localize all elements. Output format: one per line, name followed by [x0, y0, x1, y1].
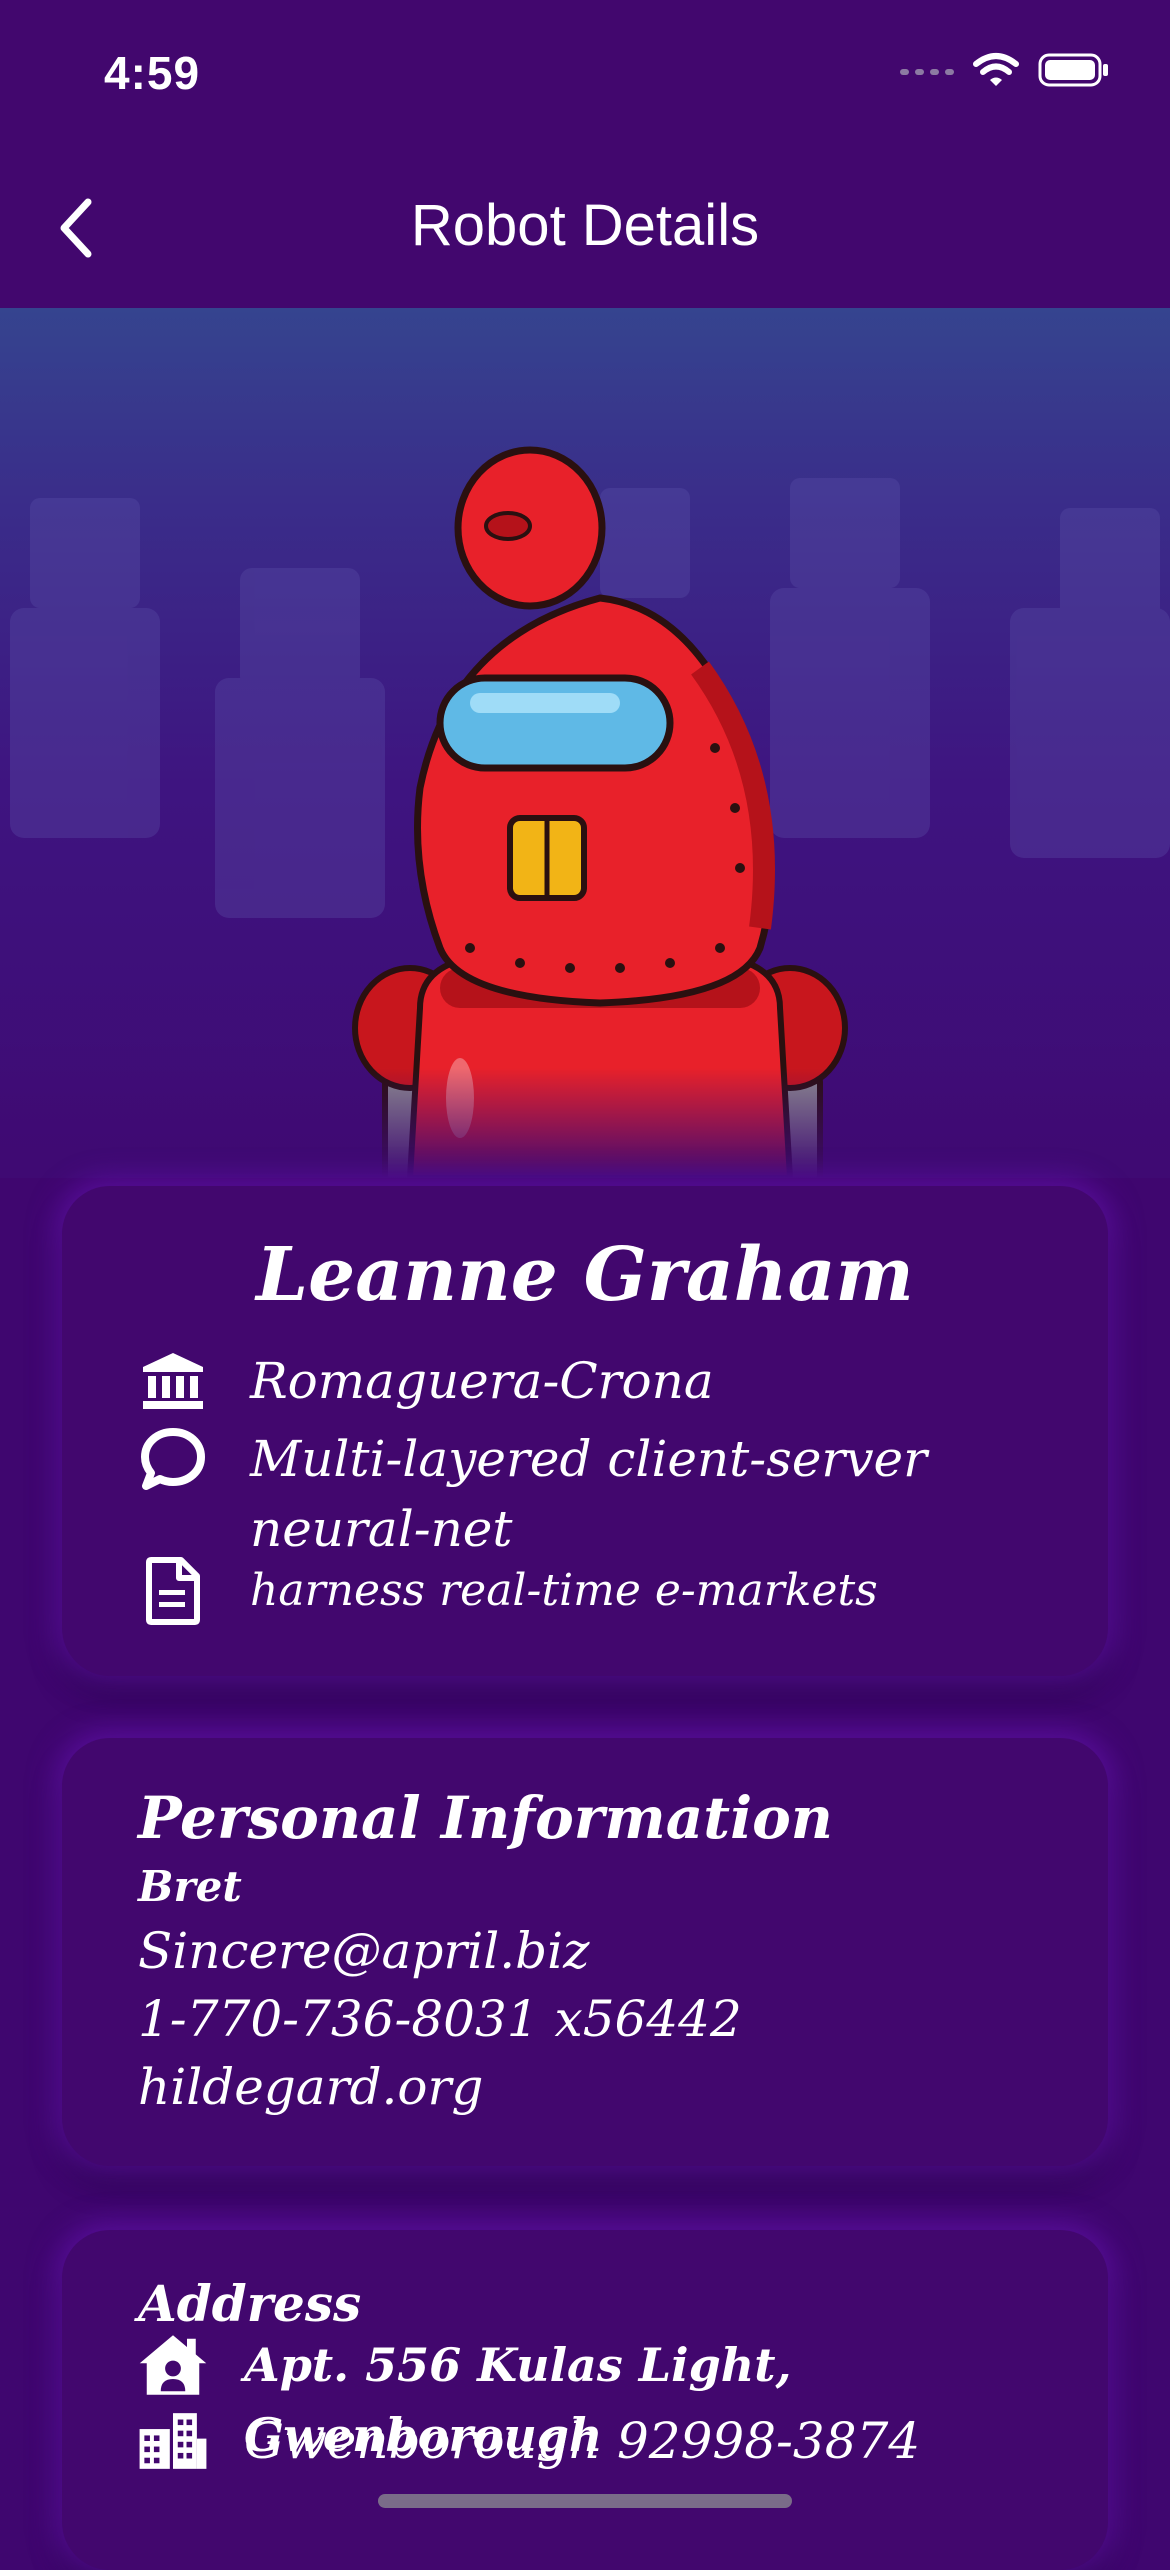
city-zipcode: Gwenborough 92998-3874 — [244, 2412, 921, 2470]
status-icons — [900, 52, 1110, 92]
page-title: Robot Details — [410, 193, 760, 258]
personal-information-title: Personal Information — [138, 1784, 833, 1852]
address-card: Address Apt. 556 Kulas Light, Gwenboroug… — [62, 2230, 1108, 2570]
phone-number[interactable]: 1-770-736-8031 x56442 — [138, 1990, 742, 2048]
status-time: 4:59 — [104, 47, 201, 99]
catch-phrase-row: Multi-layered client-server neural-net — [138, 1424, 950, 1564]
house-icon — [138, 2330, 208, 2400]
city-icon — [138, 2406, 208, 2476]
bank-icon — [138, 1346, 208, 1416]
catch-phrase: Multi-layered client-server neural-net — [250, 1430, 928, 1558]
website[interactable]: hildegard.org — [138, 2058, 483, 2116]
signal-dots-icon — [900, 63, 954, 82]
bs-row: harness real-time e-markets — [138, 1556, 878, 1626]
city-row: Gwenborough 92998-3874 — [138, 2406, 920, 2476]
address-title: Address — [138, 2274, 362, 2333]
username: Bret — [138, 1862, 242, 1911]
status-bar: 4:59 — [0, 0, 1170, 150]
chat-bubble-icon — [138, 1424, 208, 1494]
personal-information-card: Personal Information Bret Sincere@april.… — [62, 1738, 1108, 2166]
profile-card: Leanne Graham Romaguera-Crona Multi-laye… — [62, 1186, 1108, 1676]
home-indicator[interactable] — [378, 2494, 792, 2508]
robot-hero-image — [0, 308, 1170, 1178]
navigation-bar: Robot Details — [0, 150, 1170, 308]
company-name: Romaguera-Crona — [250, 1352, 714, 1410]
wifi-icon — [972, 52, 1020, 92]
email[interactable]: Sincere@april.biz — [138, 1922, 589, 1980]
battery-icon — [1038, 53, 1110, 91]
company-row: Romaguera-Crona — [138, 1346, 714, 1416]
bs-text: harness real-time e-markets — [250, 1565, 878, 1616]
document-icon — [138, 1556, 208, 1626]
robot-name: Leanne Graham — [256, 1232, 914, 1318]
